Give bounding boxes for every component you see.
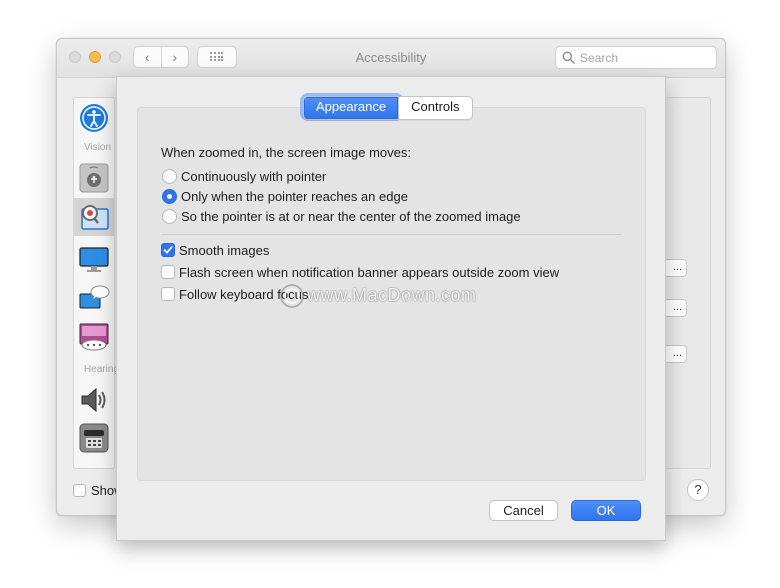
radio-center-label[interactable]: So the pointer is at or near the center … [181, 209, 521, 224]
radio-continuously-label[interactable]: Continuously with pointer [181, 169, 326, 184]
search-field[interactable]: Search [555, 46, 717, 69]
zoom-options-sheet: Appearance Controls When zoomed in, the … [116, 76, 666, 541]
follow-focus-checkbox[interactable] [161, 287, 175, 301]
zoom-icon[interactable] [78, 201, 110, 233]
help-button[interactable]: ? [687, 479, 709, 501]
tab-control: Appearance Controls [303, 96, 473, 120]
category-sidebar: Vision Hearing [73, 97, 119, 469]
audio-icon[interactable] [78, 384, 110, 416]
radio-continuously[interactable] [162, 169, 177, 184]
watermark-logo-icon [280, 284, 304, 308]
smooth-images-label[interactable]: Smooth images [179, 243, 269, 258]
moves-heading: When zoomed in, the screen image moves: [161, 145, 412, 160]
radio-edge-label[interactable]: Only when the pointer reaches an edge [181, 189, 408, 204]
tab-appearance[interactable]: Appearance [304, 97, 399, 119]
smooth-images-checkbox[interactable] [161, 243, 175, 257]
title-bar: ‹ › Accessibility Search [57, 39, 725, 78]
sidebar-section-hearing: Hearing [84, 364, 120, 375]
voiceover-icon[interactable] [78, 162, 110, 194]
cancel-button[interactable]: Cancel [489, 500, 558, 521]
sidebar-section-vision: Vision [84, 142, 112, 153]
checkmark-icon [163, 246, 173, 254]
display-icon[interactable] [78, 244, 110, 276]
section-divider [161, 234, 621, 235]
speech-icon[interactable] [78, 282, 110, 314]
radio-edge[interactable] [162, 189, 177, 204]
ok-button[interactable]: OK [571, 500, 641, 521]
flash-screen-checkbox[interactable] [161, 265, 175, 279]
search-placeholder: Search [580, 51, 619, 65]
search-icon [562, 51, 575, 64]
flash-screen-label[interactable]: Flash screen when notification banner ap… [179, 265, 559, 280]
descriptions-icon[interactable] [78, 320, 110, 352]
accessibility-icon[interactable] [78, 102, 110, 134]
watermark: www.MacDown.com [307, 285, 477, 305]
tab-controls[interactable]: Controls [398, 97, 471, 119]
rtt-icon[interactable] [78, 422, 110, 454]
show-status-checkbox[interactable] [73, 484, 86, 497]
radio-center[interactable] [162, 209, 177, 224]
